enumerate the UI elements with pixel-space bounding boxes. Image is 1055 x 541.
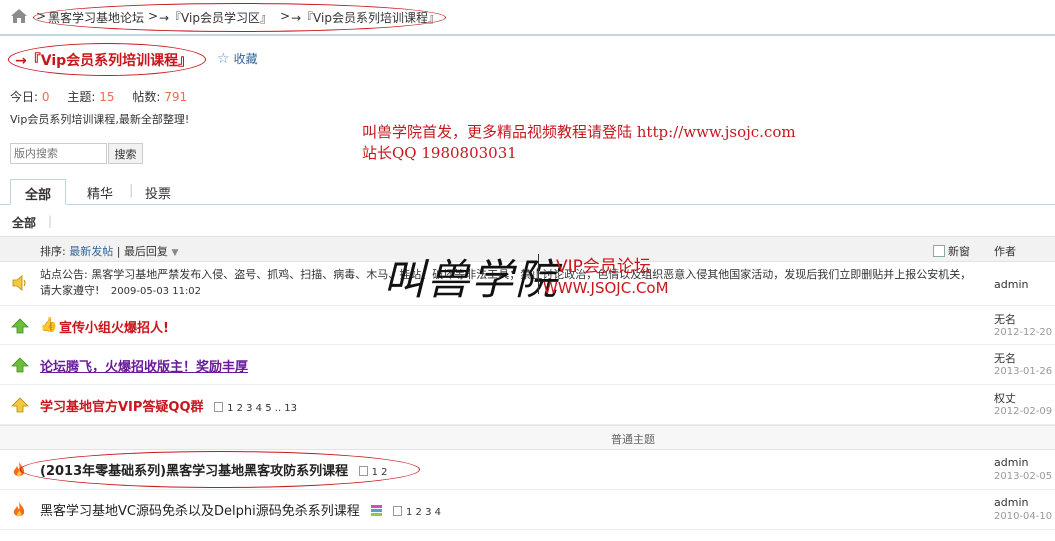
thread-title[interactable]: 黑客学习基地VC源码免杀以及Delphi源码免杀系列课程 1 2 3 4 bbox=[40, 500, 441, 519]
promo-text-line2: 站长QQ 1980803031 bbox=[362, 144, 517, 162]
watermark-logo: 叫兽学院 bbox=[383, 255, 560, 304]
announcement-author[interactable]: admin bbox=[994, 278, 1028, 291]
thread-title-text: 宣传小组火爆招人! bbox=[59, 321, 169, 336]
thread-title[interactable]: (2013年零基础系列)黑客学习基地黑客攻防系列课程 1 2 bbox=[40, 460, 388, 479]
pages-icon bbox=[214, 402, 224, 412]
thread-pages[interactable]: 1 2 bbox=[372, 467, 388, 478]
sort-label: 排序: bbox=[40, 245, 66, 258]
subnav-all[interactable]: 全部 bbox=[12, 214, 36, 231]
thread-title-text: 学习基地官方VIP答疑QQ群 bbox=[40, 400, 204, 415]
breadcrumb-separator: > bbox=[148, 9, 159, 23]
thread-author[interactable]: admin bbox=[994, 496, 1028, 509]
rar-attachment-icon bbox=[370, 505, 382, 516]
breadcrumb-separator: > bbox=[280, 9, 291, 23]
search-button[interactable]: 搜索 bbox=[108, 143, 143, 164]
thread-author[interactable]: 无名 bbox=[994, 311, 1016, 327]
stat-today-label: 今日: bbox=[10, 90, 39, 104]
watermark-url: WWW.JSOJC.CoM bbox=[543, 279, 669, 297]
promo-text-line1: 叫兽学院首发，更多精品视频教程请登陆 http://www.jsojc.com bbox=[362, 123, 796, 141]
thread-date: 2012-02-09 bbox=[994, 406, 1053, 417]
thread-title-text: (2013年零基础系列)黑客学习基地黑客攻防系列课程 bbox=[40, 464, 349, 479]
new-window-toggle[interactable]: 新窗 bbox=[933, 243, 970, 259]
thread-author[interactable]: 无名 bbox=[994, 350, 1016, 366]
announcement-date: 2009-05-03 11:02 bbox=[110, 286, 202, 297]
tab-poll[interactable]: 投票 bbox=[131, 179, 185, 205]
sort-separator: | bbox=[116, 245, 121, 258]
thread-author[interactable]: 权丈 bbox=[994, 390, 1016, 406]
stat-posts-value: 791 bbox=[164, 90, 188, 104]
subnav-separator: | bbox=[48, 214, 53, 228]
favorite-label: 收藏 bbox=[233, 52, 258, 66]
thread-pages[interactable]: 1 2 3 4 bbox=[406, 507, 441, 518]
breadcrumb-item-vip-area[interactable]: →『Vip会员学习区』 bbox=[159, 9, 272, 26]
thread-date: 2012-12-20 bbox=[994, 327, 1053, 338]
table-row: 黑客学习基地VC源码免杀以及Delphi源码免杀系列课程 1 2 3 4 adm… bbox=[0, 490, 1055, 530]
thread-title[interactable]: 学习基地官方VIP答疑QQ群 1 2 3 4 5 .. 13 bbox=[40, 396, 297, 415]
search-input[interactable] bbox=[10, 143, 107, 164]
breadcrumb-item-vip-courses[interactable]: →『Vip会员系列培训课程』 bbox=[291, 9, 440, 26]
breadcrumb: > 黑客学习基地论坛 > →『Vip会员学习区』 > →『Vip会员系列培训课程… bbox=[0, 0, 1055, 36]
green-up-arrow-icon[interactable] bbox=[11, 318, 29, 334]
table-row: 学习基地官方VIP答疑QQ群 1 2 3 4 5 .. 13 权丈 2012-0… bbox=[0, 385, 1055, 425]
forum-description: Vip会员系列培训课程,最新全部整理! bbox=[10, 113, 190, 126]
flame-icon[interactable] bbox=[11, 501, 27, 519]
breadcrumb-separator: > bbox=[36, 9, 47, 23]
pages-icon bbox=[358, 466, 368, 476]
star-icon: ☆ bbox=[217, 50, 230, 67]
thread-title[interactable]: 宣传小组火爆招人! bbox=[59, 317, 169, 336]
author-column-header: 作者 bbox=[994, 245, 1016, 258]
stat-posts-label: 帖数: bbox=[132, 90, 161, 104]
pages-icon bbox=[392, 506, 402, 516]
tab-digest[interactable]: 精华 bbox=[73, 179, 127, 205]
table-row: 👍 宣传小组火爆招人! 无名 2012-12-20 bbox=[0, 306, 1055, 345]
thread-date: 2013-02-05 bbox=[994, 471, 1053, 482]
yellow-up-arrow-icon[interactable] bbox=[11, 397, 29, 413]
thread-title-text: 黑客学习基地VC源码免杀以及Delphi源码免杀系列课程 bbox=[40, 504, 360, 519]
normal-topics-label: 普通主题 bbox=[611, 433, 655, 446]
table-row: 论坛腾飞，火爆招收版主！奖励丰厚 无名 2013-01-26 bbox=[0, 345, 1055, 385]
speaker-icon bbox=[12, 275, 26, 291]
thread-title[interactable]: 论坛腾飞，火爆招收版主！奖励丰厚 bbox=[40, 356, 248, 375]
thumb-up-icon: 👍 bbox=[40, 317, 58, 333]
tab-all[interactable]: 全部 bbox=[10, 179, 67, 205]
home-icon[interactable] bbox=[10, 8, 28, 24]
stat-topics-label: 主题: bbox=[67, 90, 96, 104]
thread-date: 2013-01-26 bbox=[994, 366, 1053, 377]
table-row: (2013年零基础系列)黑客学习基地黑客攻防系列课程 1 2 admin 201… bbox=[0, 450, 1055, 490]
watermark-subtitle: VIP会员论坛 bbox=[556, 257, 651, 277]
thread-author[interactable]: admin bbox=[994, 456, 1028, 469]
stat-topics-value: 15 bbox=[99, 90, 115, 104]
sort-control: 排序: 最新发帖 | 最后回复 ▼ bbox=[40, 243, 178, 259]
thread-date: 2010-04-10 bbox=[994, 511, 1053, 522]
flame-icon[interactable] bbox=[11, 461, 27, 479]
stat-today-value: 0 bbox=[41, 90, 50, 104]
chevron-down-icon[interactable]: ▼ bbox=[171, 248, 178, 258]
normal-topics-divider: 普通主题 bbox=[0, 425, 1055, 450]
thread-title-text: 论坛腾飞，火爆招收版主！奖励丰厚 bbox=[40, 360, 249, 375]
sort-last-reply[interactable]: 最后回复 bbox=[124, 245, 168, 258]
sort-newest-link[interactable]: 最新发帖 bbox=[69, 245, 113, 258]
watermark-divider bbox=[538, 254, 539, 294]
page-title: →『Vip会员系列培训课程』 bbox=[15, 53, 193, 69]
new-window-checkbox[interactable] bbox=[933, 245, 945, 257]
thread-pages[interactable]: 1 2 3 4 5 .. 13 bbox=[227, 403, 297, 414]
new-window-label: 新窗 bbox=[948, 245, 970, 258]
forum-stats: 今日: 0 主题: 15 帖数: 791 bbox=[10, 88, 201, 105]
green-up-arrow-icon[interactable] bbox=[11, 357, 29, 373]
favorite-button[interactable]: ☆ 收藏 bbox=[217, 50, 258, 67]
breadcrumb-item-forum[interactable]: 黑客学习基地论坛 bbox=[48, 9, 144, 26]
